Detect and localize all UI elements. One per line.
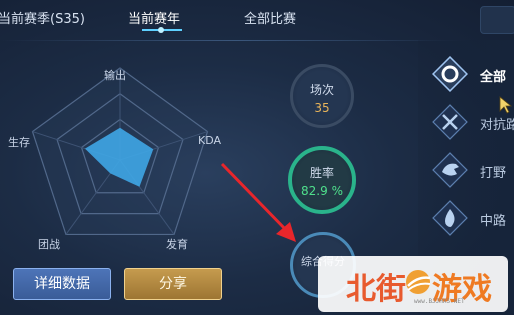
flame-icon <box>432 200 468 236</box>
mode-item-jungle[interactable]: 打野 <box>432 152 514 192</box>
radar-axis-kda: KDA <box>198 134 222 147</box>
radar-axis-teamfight: 团战 <box>38 238 60 251</box>
watermark-url: www.BJJHXS.NET <box>414 298 465 305</box>
share-button[interactable]: 分享 <box>124 268 222 300</box>
radar-axis-survival: 生存 <box>8 136 30 149</box>
tab-current-year[interactable]: 当前赛年 <box>128 8 180 27</box>
matches-label: 场次 <box>309 83 334 97</box>
active-tab-dot <box>158 27 164 33</box>
mode-label-top-lane: 对抗路 <box>480 118 514 133</box>
matches-value: 35 <box>314 101 330 115</box>
tab-bar: 当前赛季(S35) 当前赛年 全部比赛 <box>0 0 420 36</box>
red-arrow-icon <box>220 162 296 242</box>
radar-axis-output: 输出 <box>104 69 126 82</box>
tab-all-matches[interactable]: 全部比赛 <box>244 8 296 27</box>
mode-label-mid-lane: 中路 <box>480 214 507 229</box>
watermark-left-text: 北街 <box>346 272 406 307</box>
mode-item-all[interactable]: 全部 <box>432 56 514 96</box>
tab-current-season[interactable]: 当前赛季(S35) <box>0 8 85 27</box>
matches-stat: 场次 35 <box>290 64 354 128</box>
header-divider <box>0 40 470 41</box>
watermark-logo-icon <box>406 270 431 294</box>
mode-label-all: 全部 <box>480 70 507 85</box>
beast-head-icon <box>432 152 468 188</box>
cursor-icon <box>499 96 513 114</box>
top-right-panel[interactable] <box>480 6 514 34</box>
radar-chart <box>31 67 209 236</box>
mode-label-jungle: 打野 <box>480 166 507 181</box>
site-watermark: 北街 游戏 www.BJJHXS.NET <box>318 256 508 312</box>
ring-icon <box>432 56 468 92</box>
crossed-swords-icon <box>432 104 468 140</box>
detail-data-button[interactable]: 详细数据 <box>13 268 111 300</box>
radar-axis-growth: 发育 <box>166 238 188 251</box>
mode-item-mid-lane[interactable]: 中路 <box>432 200 514 240</box>
